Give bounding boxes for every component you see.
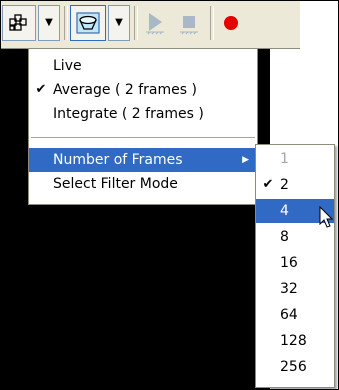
- filter-lens-icon: [76, 12, 100, 34]
- frames-option-256[interactable]: 256: [256, 355, 334, 379]
- toolbar: ▼ ▼: [0, 0, 300, 49]
- play-button[interactable]: [140, 5, 170, 41]
- play-icon: [146, 13, 164, 35]
- menu-item-number-of-frames[interactable]: Number of Frames ▶: [29, 148, 257, 172]
- frames-option-32[interactable]: 32: [256, 277, 334, 301]
- frames-option-64[interactable]: 64: [256, 303, 334, 327]
- display-mode-icon: [9, 14, 27, 31]
- chevron-right-icon: ▶: [242, 155, 249, 165]
- filter-dropdown[interactable]: ▼: [108, 5, 130, 41]
- record-button[interactable]: [216, 5, 246, 41]
- menu-separator: [31, 137, 255, 138]
- menu-item-average[interactable]: ✔ Average ( 2 frames ): [29, 78, 257, 102]
- toolbar-separator: [210, 6, 214, 40]
- chevron-down-icon: ▼: [115, 17, 123, 28]
- filter-button[interactable]: [70, 5, 106, 41]
- display-mode-dropdown[interactable]: ▼: [38, 5, 60, 41]
- frames-submenu: 1 ✔ 2 4 8 16 32 64 128 256: [255, 144, 335, 388]
- stop-button[interactable]: [174, 5, 204, 41]
- record-icon: [224, 16, 238, 30]
- display-mode-button[interactable]: [2, 5, 36, 41]
- chevron-down-icon: ▼: [45, 17, 53, 28]
- menu-item-integrate[interactable]: Integrate ( 2 frames ): [29, 102, 257, 126]
- stop-icon: [180, 16, 198, 35]
- toolbar-separator: [134, 6, 138, 40]
- frames-option-128[interactable]: 128: [256, 329, 334, 353]
- frames-option-16[interactable]: 16: [256, 251, 334, 275]
- frames-option-1[interactable]: 1: [256, 147, 334, 171]
- menu-item-select-filter-mode[interactable]: Select Filter Mode: [29, 172, 257, 196]
- checkmark-icon: ✔: [35, 82, 47, 97]
- mouse-cursor-icon: [319, 206, 334, 228]
- checkmark-icon: ✔: [262, 177, 274, 192]
- toolbar-separator: [64, 6, 68, 40]
- acquisition-mode-menu: Live ✔ Average ( 2 frames ) Integrate ( …: [28, 48, 258, 205]
- menu-item-live[interactable]: Live: [29, 54, 257, 78]
- frames-option-2[interactable]: ✔ 2: [256, 173, 334, 197]
